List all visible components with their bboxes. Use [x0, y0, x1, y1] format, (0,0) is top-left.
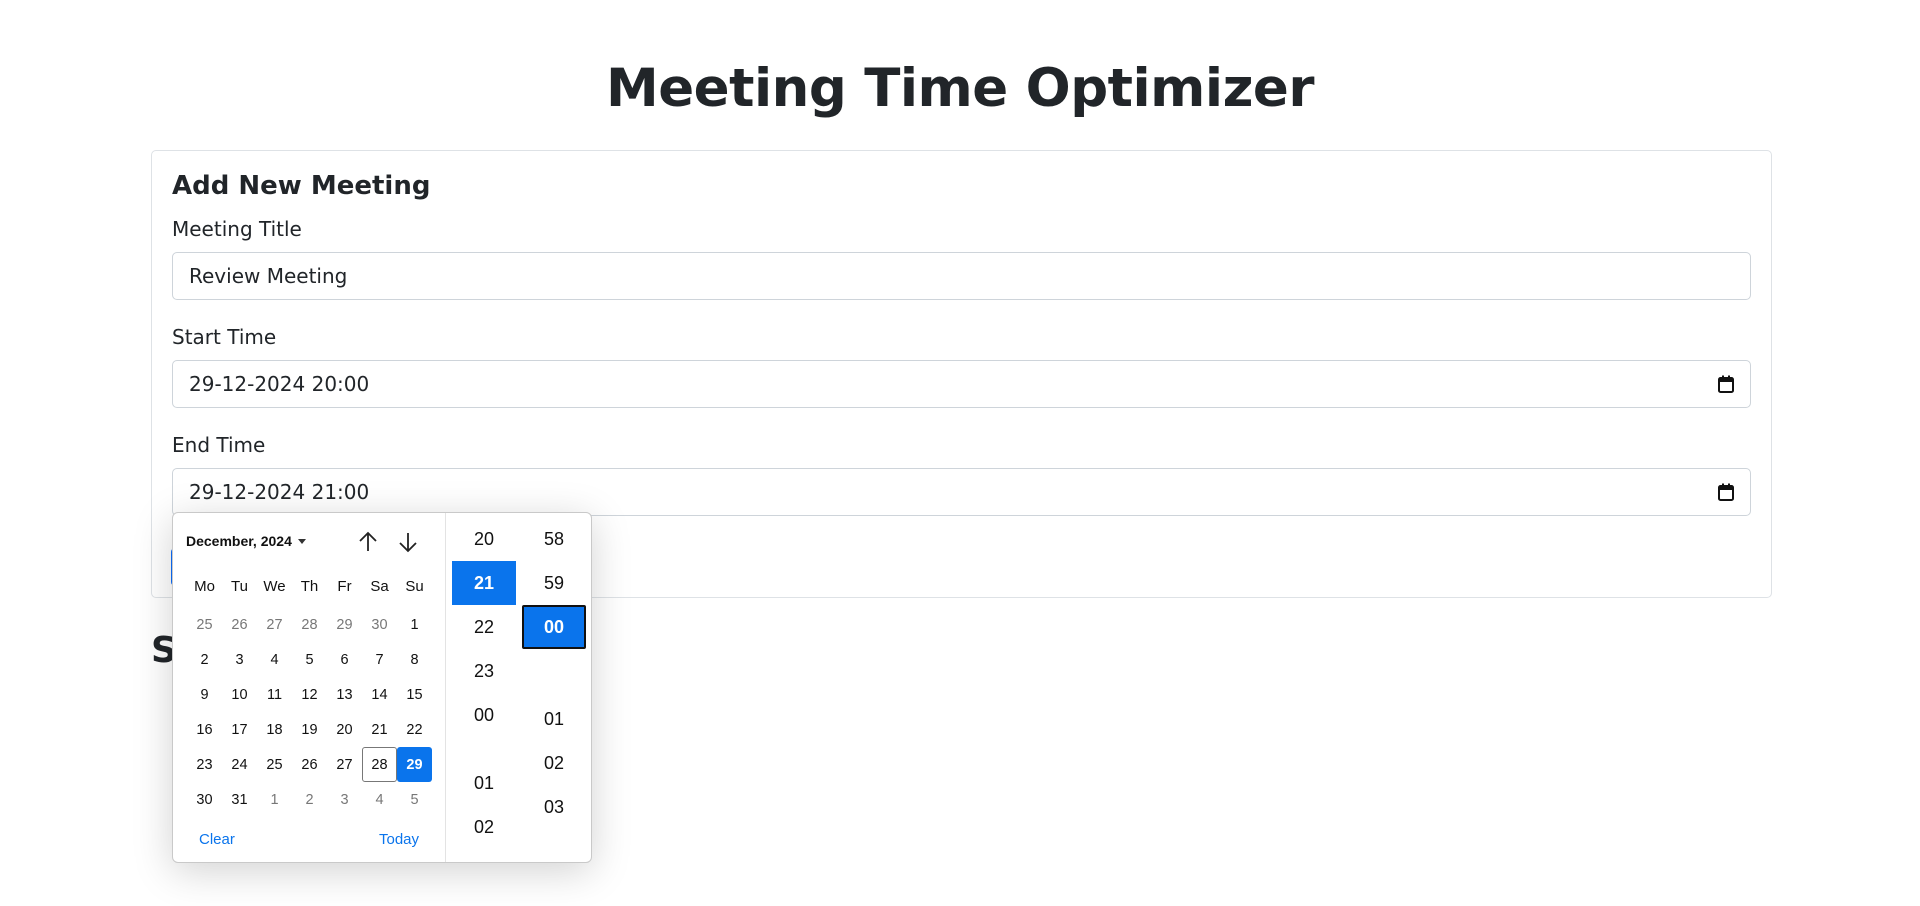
day-cell[interactable]: 11	[257, 677, 292, 712]
day-cell[interactable]: 20	[327, 712, 362, 747]
day-cell[interactable]: 6	[327, 642, 362, 677]
start-time-input[interactable]: 29-12-2024 20:00	[172, 360, 1751, 408]
day-cell[interactable]: 16	[187, 712, 222, 747]
clear-button[interactable]: Clear	[199, 831, 235, 848]
day-cell[interactable]: 2	[187, 642, 222, 677]
weekday-label: Fr	[337, 578, 352, 595]
day-cell[interactable]: 5	[397, 782, 432, 817]
day-cell[interactable]: 4	[362, 782, 397, 817]
meeting-title-label: Meeting Title	[172, 217, 302, 241]
day-cell[interactable]: 29	[327, 607, 362, 642]
start-time-label: Start Time	[172, 325, 277, 349]
day-cell[interactable]: 23	[187, 747, 222, 782]
day-cell[interactable]: 30	[187, 782, 222, 817]
weekday-label: Th	[300, 578, 319, 595]
day-cell[interactable]: 1	[397, 607, 432, 642]
day-cell[interactable]: 18	[257, 712, 292, 747]
day-cell[interactable]: 3	[222, 642, 257, 677]
day-cell[interactable]: 7	[362, 642, 397, 677]
minute-option[interactable]: 02	[522, 741, 586, 785]
minute-option[interactable]: 59	[522, 561, 586, 605]
day-cell[interactable]: 9	[187, 677, 222, 712]
day-cell[interactable]: 12	[292, 677, 327, 712]
today-button[interactable]: Today	[379, 831, 419, 848]
hour-option[interactable]: 02	[452, 805, 516, 849]
day-cell[interactable]: 26	[222, 607, 257, 642]
weekday-label: Mo	[194, 578, 215, 595]
minute-option[interactable]: 01	[522, 697, 586, 741]
day-cell[interactable]: 14	[362, 677, 397, 712]
datetime-picker: December, 2024 Mo Tu We Th Fr Sa Su 25 26 27 28 29…	[172, 512, 592, 863]
day-cell[interactable]: 8	[397, 642, 432, 677]
day-cell[interactable]: 22	[397, 712, 432, 747]
day-cell[interactable]: 19	[292, 712, 327, 747]
hour-option[interactable]: 01	[452, 761, 516, 805]
previous-month-button[interactable]	[355, 529, 381, 555]
hour-option-selected[interactable]: 21	[452, 561, 516, 605]
calendar-icon[interactable]	[1718, 375, 1734, 393]
month-selector[interactable]: December, 2024	[186, 533, 306, 549]
start-time-value: 29-12-2024 20:00	[189, 372, 370, 396]
day-cell[interactable]: 25	[257, 747, 292, 782]
day-cell-today[interactable]: 28	[362, 747, 397, 782]
weekday-label: Su	[405, 578, 424, 595]
calendar-pane: December, 2024 Mo Tu We Th Fr Sa Su 25 26 27 28 29…	[173, 513, 445, 862]
meeting-title-input[interactable]: Review Meeting	[172, 252, 1751, 300]
day-grid: 25 26 27 28 29 30 1 2 3 4 5 6 7 8 9 10 11 12 13 14 15 16 17 18 1…	[187, 607, 432, 817]
day-cell[interactable]: 17	[222, 712, 257, 747]
day-cell[interactable]: 31	[222, 782, 257, 817]
weekday-label: Tu	[231, 578, 248, 595]
day-cell[interactable]: 5	[292, 642, 327, 677]
weekday-header: Mo Tu We Th Fr Sa Su	[187, 578, 432, 595]
day-cell[interactable]: 15	[397, 677, 432, 712]
hour-option[interactable]: 20	[452, 517, 516, 561]
day-cell[interactable]: 28	[292, 607, 327, 642]
day-cell[interactable]: 27	[327, 747, 362, 782]
day-cell[interactable]: 30	[362, 607, 397, 642]
day-cell-selected[interactable]: 29	[397, 747, 432, 782]
end-time-label: End Time	[172, 433, 266, 457]
day-cell[interactable]: 3	[327, 782, 362, 817]
day-cell[interactable]: 2	[292, 782, 327, 817]
day-cell[interactable]: 27	[257, 607, 292, 642]
day-cell[interactable]: 21	[362, 712, 397, 747]
weekday-label: Sa	[370, 578, 389, 595]
hour-option[interactable]: 00	[452, 693, 516, 737]
meeting-title-value: Review Meeting	[189, 264, 348, 288]
page-title: Meeting Time Optimizer	[605, 58, 1315, 119]
day-cell[interactable]: 24	[222, 747, 257, 782]
caret-down-icon	[297, 538, 306, 544]
day-cell[interactable]: 1	[257, 782, 292, 817]
time-pane: 20 21 22 23 00 01 02 58 59 00 01 02 03	[445, 513, 592, 862]
hour-option[interactable]: 23	[452, 649, 516, 693]
arrow-down-icon	[399, 533, 417, 553]
month-label: December, 2024	[186, 533, 292, 549]
day-cell[interactable]: 10	[222, 677, 257, 712]
minute-option[interactable]: 58	[522, 517, 586, 561]
day-cell[interactable]: 25	[187, 607, 222, 642]
day-cell[interactable]: 13	[327, 677, 362, 712]
minute-option[interactable]: 03	[522, 785, 586, 829]
end-time-input[interactable]: 29-12-2024 21:00	[172, 468, 1751, 516]
hour-option[interactable]: 22	[452, 605, 516, 649]
day-cell[interactable]: 26	[292, 747, 327, 782]
calendar-icon[interactable]	[1718, 483, 1734, 501]
card-title: Add New Meeting	[172, 171, 431, 201]
weekday-label: We	[263, 578, 286, 595]
arrow-up-icon	[359, 531, 377, 551]
next-month-button[interactable]	[395, 529, 421, 555]
day-cell[interactable]: 4	[257, 642, 292, 677]
minute-option-selected[interactable]: 00	[522, 605, 586, 649]
end-time-value: 29-12-2024 21:00	[189, 480, 370, 504]
